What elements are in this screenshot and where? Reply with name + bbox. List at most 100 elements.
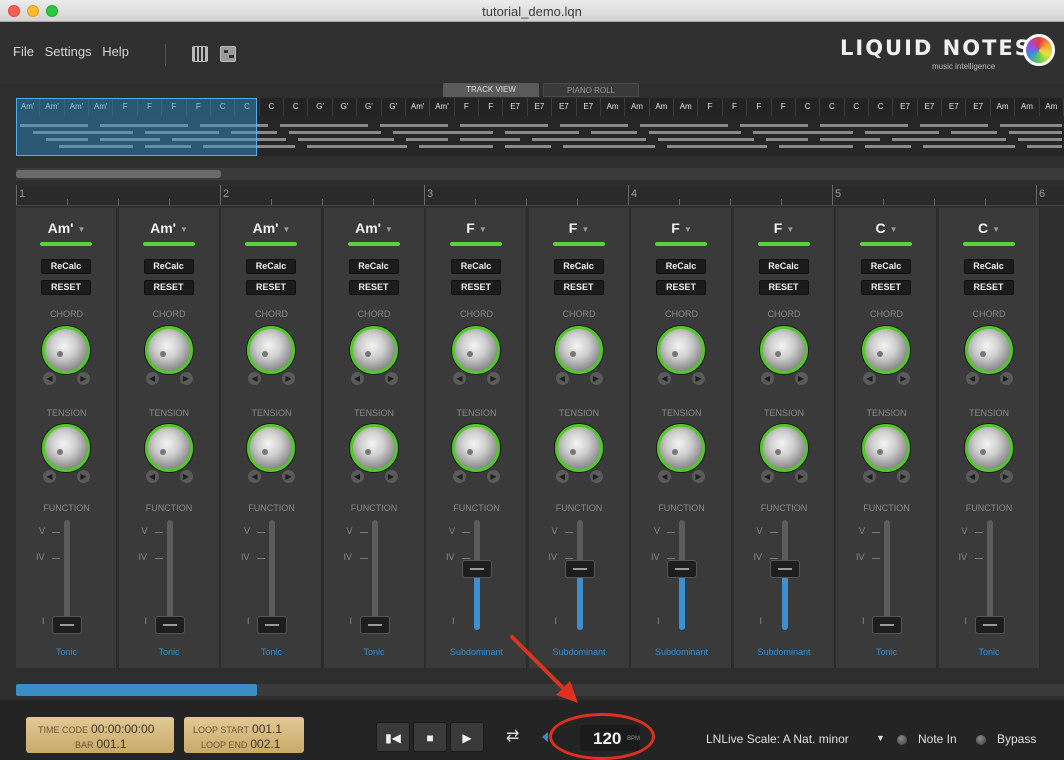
- chord-knob[interactable]: [452, 326, 500, 374]
- piano-keyboard-icon[interactable]: [192, 46, 208, 62]
- overview-chord-cell[interactable]: E7: [967, 98, 991, 116]
- tension-knob[interactable]: [862, 424, 910, 472]
- function-fader-handle[interactable]: [769, 560, 800, 578]
- overview-chord-cell[interactable]: Am: [625, 98, 650, 116]
- overview-chord-cell[interactable]: G': [357, 98, 382, 116]
- overview-chord-cell[interactable]: F: [747, 98, 772, 116]
- chevron-down-icon[interactable]: ▼: [890, 225, 898, 234]
- overview-chord-cell[interactable]: E7: [552, 98, 577, 116]
- reset-button[interactable]: RESET: [656, 280, 706, 295]
- overview-chord-cell[interactable]: Am: [601, 98, 626, 116]
- overview-chord-cell[interactable]: Am: [650, 98, 675, 116]
- function-fader-handle[interactable]: [257, 616, 287, 634]
- tension-next-button[interactable]: ▶: [794, 470, 808, 483]
- chord-knob[interactable]: [759, 326, 808, 374]
- function-fader-track[interactable]: [884, 520, 890, 630]
- tension-next-button[interactable]: ▶: [179, 470, 193, 483]
- chord-selector[interactable]: F ▼: [631, 220, 732, 236]
- menu-help[interactable]: Help: [102, 44, 129, 59]
- chord-next-button[interactable]: ▶: [794, 372, 808, 385]
- grid-editor-icon[interactable]: [220, 46, 236, 62]
- tension-prev-button[interactable]: ◀: [555, 470, 569, 483]
- overview-chord-cell[interactable]: Am: [1015, 98, 1040, 116]
- overview-chord-cell[interactable]: F: [479, 98, 504, 116]
- reset-button[interactable]: RESET: [861, 280, 911, 295]
- tension-prev-button[interactable]: ◀: [350, 470, 364, 483]
- scale-select[interactable]: LNLive Scale: A Nat. minor: [706, 732, 849, 746]
- tension-prev-button[interactable]: ◀: [863, 470, 876, 483]
- chord-next-button[interactable]: ▶: [589, 372, 603, 385]
- loop-icon[interactable]: ⇄: [506, 726, 519, 746]
- overview-chord-cell[interactable]: E7: [918, 98, 943, 116]
- function-fader-track[interactable]: [986, 520, 993, 630]
- tension-next-button[interactable]: ▶: [282, 470, 295, 483]
- chevron-down-icon[interactable]: ▼: [992, 225, 1000, 234]
- tension-next-button[interactable]: ▶: [384, 470, 398, 483]
- chevron-down-icon[interactable]: ▼: [876, 733, 885, 743]
- recalc-button[interactable]: ReCalc: [41, 259, 91, 274]
- chord-knob[interactable]: [144, 326, 193, 374]
- chord-selector[interactable]: Am' ▼: [16, 220, 117, 236]
- chord-selector[interactable]: C ▼: [836, 220, 937, 236]
- reset-button[interactable]: RESET: [41, 280, 91, 295]
- overview-chord-cell[interactable]: Am: [674, 98, 699, 116]
- tension-prev-button[interactable]: ◀: [658, 470, 671, 483]
- bypass-label[interactable]: Bypass: [997, 732, 1036, 746]
- recalc-button[interactable]: ReCalc: [963, 259, 1014, 274]
- recalc-button[interactable]: ReCalc: [656, 259, 706, 274]
- chord-selector[interactable]: Am' ▼: [119, 220, 220, 236]
- tab-piano-roll[interactable]: PIANO ROLL: [543, 83, 639, 97]
- chord-prev-button[interactable]: ◀: [453, 372, 466, 385]
- overview-chord-cell[interactable]: E7: [528, 98, 553, 116]
- function-fader-handle[interactable]: [359, 616, 390, 634]
- recalc-button[interactable]: ReCalc: [451, 259, 501, 274]
- tension-prev-button[interactable]: ◀: [453, 470, 466, 483]
- tab-track-view[interactable]: TRACK VIEW: [443, 83, 539, 97]
- reset-button[interactable]: RESET: [246, 280, 296, 295]
- chord-next-button[interactable]: ▶: [282, 372, 295, 385]
- reset-button[interactable]: RESET: [963, 280, 1014, 295]
- note-in-label[interactable]: Note In: [918, 732, 957, 746]
- tension-prev-button[interactable]: ◀: [965, 470, 979, 483]
- overview-chord-cell[interactable]: G': [382, 98, 406, 116]
- chevron-down-icon[interactable]: ▼: [385, 225, 393, 234]
- recalc-button[interactable]: ReCalc: [246, 259, 296, 274]
- chord-next-button[interactable]: ▶: [487, 372, 500, 385]
- chord-prev-button[interactable]: ◀: [965, 372, 979, 385]
- chevron-down-icon[interactable]: ▼: [684, 225, 692, 234]
- tension-knob[interactable]: [349, 424, 398, 472]
- track-scrollbar-thumb[interactable]: [16, 684, 257, 696]
- chord-next-button[interactable]: ▶: [179, 372, 193, 385]
- tension-next-button[interactable]: ▶: [487, 470, 500, 483]
- chord-knob[interactable]: [657, 326, 705, 374]
- reset-button[interactable]: RESET: [451, 280, 501, 295]
- chord-knob[interactable]: [964, 326, 1013, 374]
- tension-next-button[interactable]: ▶: [77, 470, 90, 483]
- overview-chord-cell[interactable]: Am: [1040, 98, 1064, 116]
- function-fader-handle[interactable]: [154, 616, 185, 634]
- function-fader-handle[interactable]: [564, 560, 595, 578]
- reset-button[interactable]: RESET: [143, 280, 194, 295]
- chord-knob[interactable]: [862, 326, 910, 374]
- chevron-down-icon[interactable]: ▼: [180, 225, 188, 234]
- tension-next-button[interactable]: ▶: [897, 470, 910, 483]
- chord-selector[interactable]: F ▼: [734, 220, 835, 236]
- chord-prev-button[interactable]: ◀: [248, 372, 261, 385]
- overview-chord-cell[interactable]: G': [308, 98, 333, 116]
- overview-chord-cell[interactable]: G': [333, 98, 358, 116]
- overview-chord-cell[interactable]: E7: [503, 98, 528, 116]
- chord-next-button[interactable]: ▶: [897, 372, 910, 385]
- overview-chord-cell[interactable]: C: [260, 98, 285, 116]
- chord-knob[interactable]: [42, 326, 90, 374]
- chevron-down-icon[interactable]: ▼: [581, 225, 589, 234]
- recalc-button[interactable]: ReCalc: [861, 259, 911, 274]
- chord-knob[interactable]: [349, 326, 398, 374]
- rewind-button[interactable]: ▮◀: [376, 722, 410, 752]
- function-fader-track[interactable]: [166, 520, 173, 630]
- bar-ruler[interactable]: 1 2 3 4 5 6: [16, 185, 1064, 206]
- tension-knob[interactable]: [554, 424, 603, 472]
- tension-knob[interactable]: [144, 424, 193, 472]
- recalc-button[interactable]: ReCalc: [143, 259, 194, 274]
- overview-chord-cell[interactable]: Am': [430, 98, 455, 116]
- overview-chord-cell[interactable]: C: [820, 98, 845, 116]
